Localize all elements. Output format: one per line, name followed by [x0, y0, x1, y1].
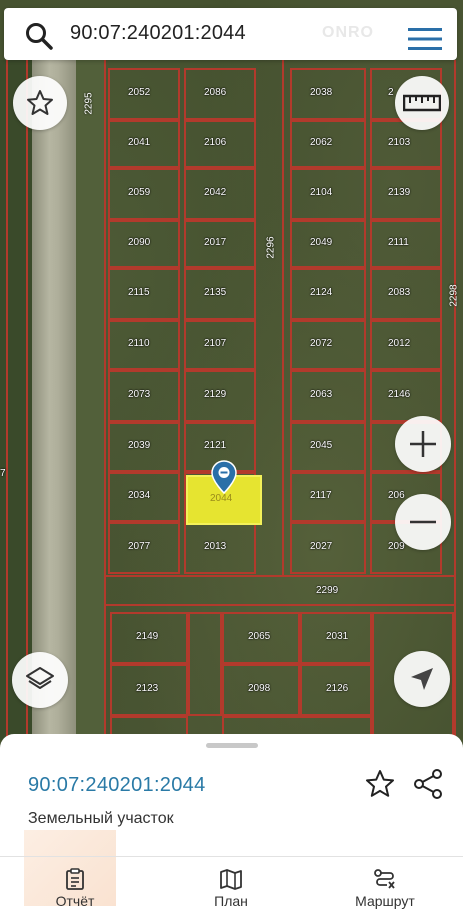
road-label: 2295 [83, 92, 95, 115]
tab-route[interactable]: Маршрут [340, 862, 430, 910]
parcel-label: 2065 [248, 631, 271, 642]
report-icon [66, 868, 84, 890]
parcel-label: 2111 [388, 237, 409, 248]
map-icon [220, 869, 242, 890]
parcel-label: 2103 [388, 137, 411, 148]
parcel-label: 2139 [388, 187, 411, 198]
parcel-label: 2126 [326, 683, 349, 694]
parcel-label: 2123 [136, 683, 159, 694]
road-verge [76, 60, 104, 740]
parcel-label: 2106 [204, 137, 227, 148]
tab-plan[interactable]: План [192, 862, 270, 910]
ruler-icon [403, 94, 441, 112]
road-label: 2296 [265, 236, 277, 259]
minus-icon [410, 520, 436, 524]
search-icon[interactable] [24, 21, 54, 51]
boundary-line [26, 60, 28, 740]
parcel-label: 2027 [310, 541, 333, 552]
parcel-label: 2039 [128, 440, 151, 451]
tab-divider [0, 856, 463, 857]
parcel-label: 2090 [128, 237, 151, 248]
parcel-label: 2017 [204, 237, 227, 248]
parcel-label: 2073 [128, 389, 151, 400]
brand-watermark: ONRO [322, 24, 374, 41]
parcel-label: 2059 [128, 187, 151, 198]
parcel-label: 2129 [204, 389, 227, 400]
search-bar[interactable]: 90:07:240201:2044 ONRO [4, 8, 457, 60]
road [32, 60, 76, 740]
parcel-label: 2041 [128, 137, 151, 148]
parcel-label: 2042 [204, 187, 227, 198]
edge-label: 7 [0, 468, 6, 479]
boundary-line [104, 604, 456, 606]
parcel-label: 2107 [204, 338, 227, 349]
ruler-button[interactable] [395, 76, 449, 130]
plus-icon [410, 431, 436, 457]
parcel-label: 2012 [388, 338, 411, 349]
parcel-label: 2038 [310, 87, 333, 98]
sheet-drag-handle[interactable] [206, 743, 258, 748]
parcel-label: 2049 [310, 237, 333, 248]
boundary-line [104, 575, 456, 577]
layers-icon [26, 667, 54, 689]
location-marker-icon[interactable] [211, 460, 237, 494]
parcel-info-sheet[interactable]: 90:07:240201:2044 Земельный участок Отчё… [0, 734, 463, 910]
selected-parcel-label: 2044 [210, 493, 233, 504]
boundary-line [454, 60, 456, 740]
parcel-label: 2146 [388, 389, 411, 400]
parcel-label: 2052 [128, 87, 151, 98]
parcel-label: 2072 [310, 338, 333, 349]
parcel-label: 2117 [310, 490, 332, 501]
parcel-label: 2115 [128, 287, 150, 298]
parcel-label: 2034 [128, 490, 151, 501]
tab-label: Отчёт [55, 893, 95, 909]
zoom-in-button[interactable] [395, 416, 451, 472]
favorite-button[interactable] [13, 76, 67, 130]
parcel[interactable] [188, 612, 222, 716]
parcel-label: 2077 [128, 541, 151, 552]
star-icon[interactable] [364, 768, 396, 800]
route-icon [374, 869, 395, 889]
boundary-line [6, 60, 8, 740]
boundary-line [282, 60, 284, 575]
star-icon [27, 90, 53, 115]
tab-report[interactable]: Отчёт [36, 862, 114, 910]
tab-label: Маршрут [355, 893, 415, 909]
boundary-line [104, 60, 106, 740]
parcel-label: 2104 [310, 187, 333, 198]
parcel-label: 2 [388, 87, 394, 98]
tab-label: План [214, 893, 248, 909]
parcel-label: 2083 [388, 287, 411, 298]
object-type: Земельный участок [28, 810, 174, 827]
search-query[interactable]: 90:07:240201:2044 [70, 22, 246, 45]
parcel-label: 2086 [204, 87, 227, 98]
parcel-label: 2149 [136, 631, 159, 642]
road-label: 2298 [448, 284, 460, 307]
parcel-label: 209 [388, 541, 405, 552]
parcel-label: 2110 [128, 338, 150, 349]
my-location-button[interactable] [394, 651, 450, 707]
parcel-label: 206 [388, 490, 405, 501]
parcel-label: 2045 [310, 440, 333, 451]
menu-icon[interactable] [408, 28, 442, 50]
zoom-out-button[interactable] [395, 494, 451, 550]
parcel-label: 2299 [316, 585, 339, 596]
parcel-label: 2031 [326, 631, 349, 642]
parcel-label: 2124 [310, 287, 333, 298]
parcel-label: 2098 [248, 683, 271, 694]
navigation-arrow-icon [411, 668, 433, 690]
parcel-label: 2121 [204, 440, 227, 451]
layers-button[interactable] [12, 652, 68, 708]
parcel-label: 2013 [204, 541, 227, 552]
parcel-label: 2062 [310, 137, 333, 148]
cadastral-number[interactable]: 90:07:240201:2044 [28, 774, 206, 797]
parcel-label: 2063 [310, 389, 333, 400]
share-icon[interactable] [412, 768, 444, 800]
parcel-label: 2135 [204, 287, 227, 298]
